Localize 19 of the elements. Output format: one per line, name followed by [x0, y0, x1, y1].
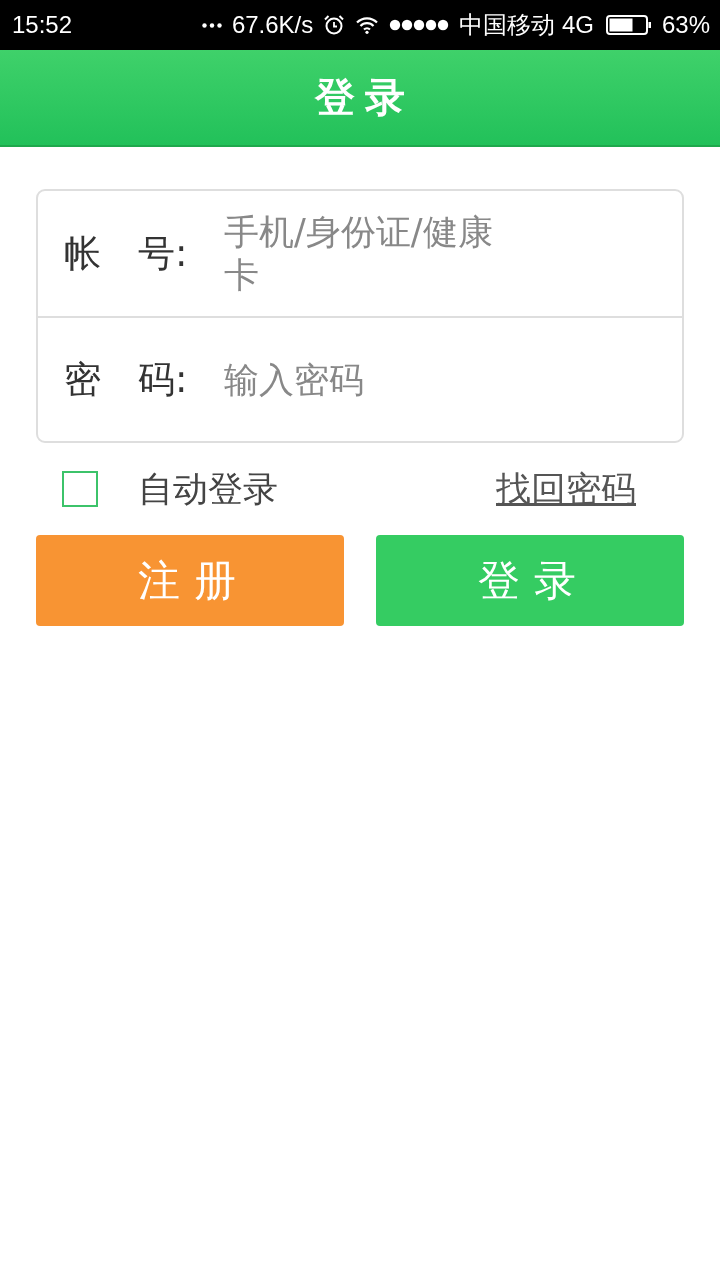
- alarm-clock-icon: [323, 14, 346, 36]
- battery-percentage: 63%: [661, 11, 710, 39]
- network-speed: 67.6K/s: [231, 11, 314, 39]
- login-button[interactable]: 登录: [376, 535, 684, 626]
- password-field[interactable]: 输入密码: [224, 356, 554, 403]
- field-label: 帐 号:: [64, 230, 189, 277]
- carrier-name: 中国移动 4G: [459, 10, 594, 40]
- checkbox-label: 自动登录: [138, 467, 278, 511]
- more-dots-icon: [201, 22, 222, 28]
- register-button[interactable]: 注册: [36, 535, 344, 626]
- input-field[interactable]: 手机/身份证/健康卡: [224, 210, 524, 297]
- checkbox[interactable]: [62, 471, 98, 507]
- forgot-password-link[interactable]: 找回密码: [496, 465, 636, 513]
- field-label: 密 码:: [64, 356, 189, 403]
- signal-strength-icon: [389, 19, 450, 31]
- status-time: 15:52: [12, 11, 73, 39]
- page-title: 登录: [314, 73, 415, 122]
- battery-icon: [605, 15, 652, 35]
- wifi-icon: [355, 16, 380, 34]
